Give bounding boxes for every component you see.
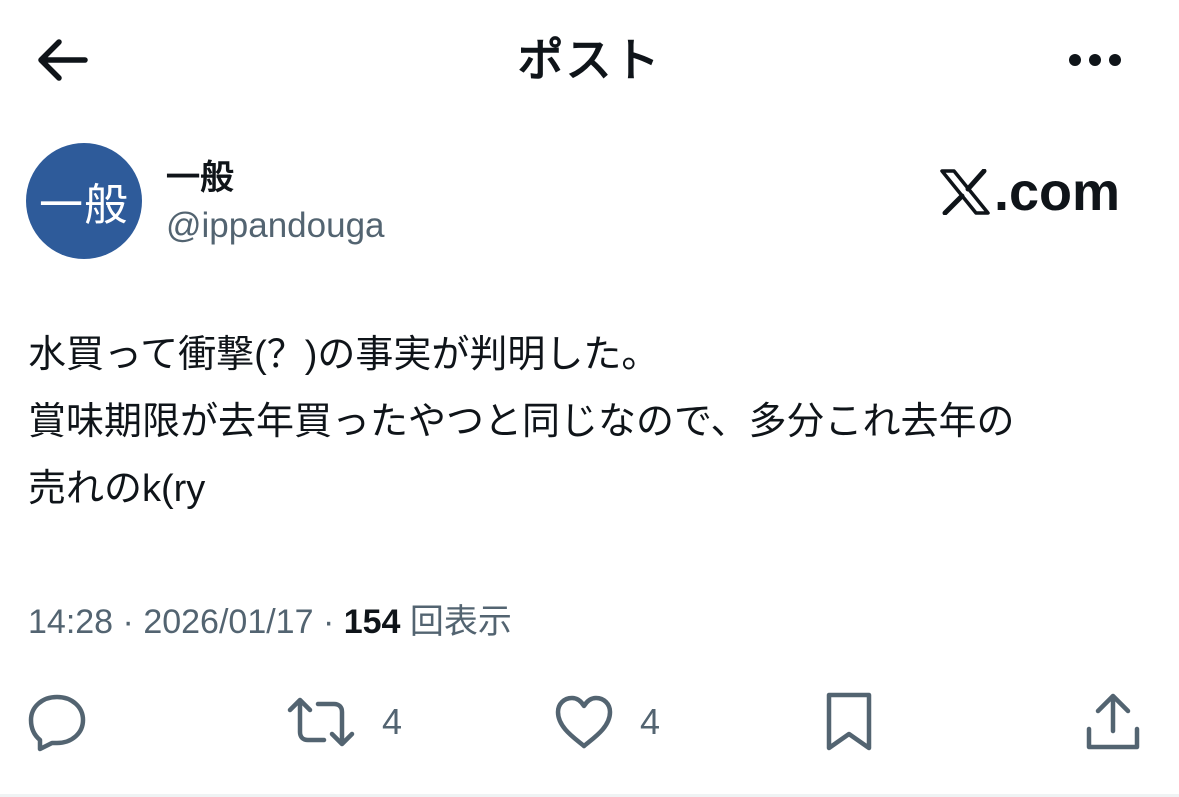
watermark-text: .com xyxy=(994,162,1121,222)
retweet-button[interactable]: 4 xyxy=(286,682,402,762)
like-button[interactable]: 4 xyxy=(554,682,660,762)
meta-separator: · xyxy=(322,603,335,641)
action-bar: 4 4 xyxy=(0,682,1179,762)
tweet-line: 水買って衝撃(？)の事実が判明した。 xyxy=(28,334,660,376)
avatar[interactable]: 一般 xyxy=(26,143,142,259)
retweet-count: 4 xyxy=(382,701,403,742)
more-button[interactable] xyxy=(1060,38,1130,82)
reply-button[interactable] xyxy=(26,682,88,762)
x-com-watermark: .com xyxy=(940,162,1120,222)
like-count: 4 xyxy=(640,701,661,742)
bookmark-button[interactable] xyxy=(822,682,876,762)
views-count[interactable]: 154 xyxy=(344,603,401,641)
meta-separator: · xyxy=(122,603,134,641)
share-button[interactable] xyxy=(1084,682,1142,762)
tweet-line: 売れのk(ry xyxy=(28,468,206,510)
tweet-time[interactable]: 14:28 xyxy=(28,603,113,641)
author-display-name[interactable]: 一般 xyxy=(166,157,234,199)
avatar-text: 一般 xyxy=(39,181,129,230)
retweet-icon xyxy=(287,697,355,747)
heart-icon xyxy=(555,695,613,749)
tweet-line: 賞味期限が去年買ったやつと同じなので、多分これ去年の xyxy=(28,401,1015,443)
author-handle[interactable]: @ippandouga xyxy=(166,204,385,248)
share-icon xyxy=(1086,693,1140,750)
top-bar: ポスト xyxy=(0,0,1179,120)
page-title: ポスト xyxy=(517,34,662,86)
reply-icon xyxy=(28,694,86,752)
views-label: 回表示 xyxy=(409,603,512,641)
tweet-meta: 14:28 · 2026/01/17 · 154 回表示 xyxy=(28,600,512,644)
tweet-date[interactable]: 2026/01/17 xyxy=(143,603,313,641)
more-horizontal-icon xyxy=(1069,54,1121,66)
tweet-text: 水買って衝撃(？)の事実が判明した。 賞味期限が去年買ったやつと同じなので、多分… xyxy=(28,322,1153,523)
bookmark-icon xyxy=(826,692,872,751)
x-logo-icon xyxy=(940,169,990,215)
